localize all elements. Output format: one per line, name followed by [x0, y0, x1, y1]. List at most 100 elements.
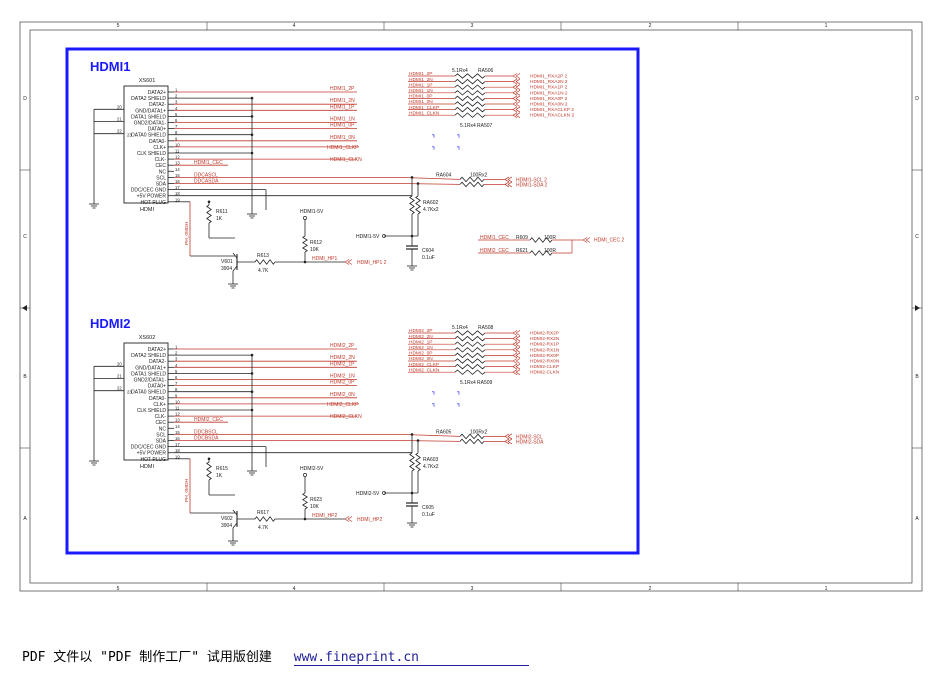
hdmi2-transistor-ref: V602: [221, 516, 233, 522]
hdmi2-pin-name: CLK+: [153, 402, 166, 408]
hdmi1-pin-name: DATA0-: [149, 139, 166, 145]
frame-row-label: D: [23, 96, 27, 102]
hdmi1-transistor-value: 3904: [221, 266, 232, 272]
schematic-sheet: 5 4 3 2 15 4 3 2 1D DC CB BA AHDMI1XS601HDMIDATA2+ 1D…: [19, 21, 923, 592]
net-arrow: [512, 358, 521, 364]
transistor-leg: [232, 252, 238, 259]
hdmi1-array-net-out: HDMI1_RXA1P 2: [530, 85, 568, 91]
array-resistor: [454, 78, 486, 85]
hdmi1-pullup-array-ref: RA602: [423, 200, 439, 206]
junction-dot: [303, 517, 307, 521]
net-arrow: [582, 237, 591, 243]
frame-row-label: C: [23, 234, 27, 240]
frame-col-label: 2: [649, 23, 652, 29]
hdmi2-array-net-out: HDMI2-RX0N: [530, 359, 560, 365]
net-arrow: [344, 259, 353, 265]
hdmi2-capacitor-ref: C605: [422, 505, 434, 511]
array-resistor: [454, 73, 486, 79]
hdmi1-pin-name: DATA1 SHIELD: [131, 114, 166, 120]
hdmi1-capacitor-ref: C604: [422, 248, 434, 254]
junction-dot: [410, 491, 414, 495]
hdmi1-resistor-array-ref: RA507: [477, 123, 493, 129]
hdmi2-pullup-array-value: 4.7Kx2: [423, 464, 439, 470]
pullup-array-resistor: [409, 452, 415, 472]
net-arrow: [504, 176, 513, 183]
hdmi2-pin-name: DATA0 SHIELD: [131, 390, 166, 396]
hdmi1-signal-net-label: HDMI1_2N: [330, 98, 355, 104]
net-arrow: [512, 330, 521, 336]
hdmi2-scl-net-label: DDCBSCL: [194, 429, 218, 435]
hdmi1-hp-out-label: HDMI_HP1 2: [357, 260, 387, 266]
hdmi1-pullup-resistor: [302, 235, 308, 253]
hdmi2-pullup-array-ref: RA603: [423, 457, 439, 463]
hdmi2-ddc-out-label: HDMI2-SDA: [516, 439, 544, 445]
hdmi2-title: HDMI2: [90, 316, 130, 331]
hdmi1-ground-pin-number: 21: [117, 117, 122, 122]
hdmi1-cec-series-net: HDMI2_CEC: [480, 248, 509, 254]
hdmi2-base-resistor-value: 4.7K: [258, 525, 269, 531]
hdmi1-hp-net-label: HDMI_HP1: [312, 256, 338, 262]
hdmi1-array-net-in: HDMI1_CLKN: [409, 110, 440, 116]
hdmi1-pin-name: NC: [159, 169, 167, 175]
hdmi2-sda-net-label: DDCBSDA: [194, 436, 219, 442]
net-arrow: [512, 84, 521, 90]
hdmi2-capacitor-value: 0.1uF: [422, 512, 435, 518]
hdmi2-pin-name: HOT PLUG: [141, 457, 167, 463]
hdmi1-pin-name: HOT PLUG: [141, 200, 167, 206]
hdmi1-signal-net-label: HDMI1_0N: [330, 135, 355, 141]
net-arrow: [512, 363, 521, 370]
hdmi2-array-net-out: HDMI2-RX1P: [530, 342, 559, 348]
hdmi1-pullup-resistor-ref: R612: [310, 240, 322, 246]
frame-row-label: D: [915, 96, 919, 102]
net-arrow: [512, 101, 521, 107]
footer-link[interactable]: www.fineprint.cn: [293, 650, 529, 666]
ddc-wire: [399, 440, 461, 442]
ddc-wire: [399, 183, 461, 185]
array-resistor: [454, 358, 486, 364]
hdmi2-signal-net-label: HDMI2_CLKP: [327, 402, 359, 408]
hdmi1-array-net-out: HDMI1_RXA0N 2: [530, 102, 568, 108]
hdmi1-array-net-out: HDMI1_RXA2N 2: [530, 79, 568, 85]
frame-col-label: 2: [649, 586, 652, 592]
hdmi2-pin-name: DATA0-: [149, 396, 166, 402]
array-pin-mark: [432, 403, 435, 407]
hdmi2-rail-label: HDMI2-5V: [300, 466, 324, 472]
frame-col-label: 3: [471, 23, 474, 29]
hdmi2-rail-in-label: HDMI2-5V: [356, 491, 380, 497]
hdmi2-pin-number: 14: [175, 424, 180, 429]
hdmi1-resistor-array-value: 5.1Rx4: [460, 123, 476, 129]
hdmi1-pin-name: CLK SHIELD: [137, 151, 167, 157]
hdmi1-ground-pin-number: 23: [127, 133, 132, 138]
hdmi1-hotplug-resistor-ref: R611: [216, 209, 228, 215]
hdmi2-ground-pin-number: 22: [117, 386, 122, 391]
frame-col-label: 4: [293, 586, 296, 592]
hdmi2-pin-name: DATA1 SHIELD: [131, 371, 166, 377]
net-arrow: [504, 181, 513, 188]
hdmi2-array-net-out: HDMI2-RX2N: [530, 336, 560, 342]
hdmi2-array-net-out: HDMI2-RX2P: [530, 331, 559, 337]
hdmi1-array-net-in: HDMI1_0N: [409, 99, 433, 105]
hdmi2-ph-label: PH_0MDH: [184, 479, 190, 502]
hdmi2-pin-name: GND2/DATA1-: [134, 378, 167, 384]
pullup-array-resistor: [415, 452, 421, 472]
net-arrow: [344, 516, 353, 522]
hdmi2-connector-part: HDMI: [140, 464, 155, 470]
array-pin-mark: [432, 146, 435, 150]
net-arrow: [512, 347, 521, 353]
pdf-footer: PDF 文件以 "PDF 制作工厂" 试用版创建 www.fineprint.c…: [22, 646, 529, 666]
hdmi2-hotplug-resistor: [206, 461, 212, 481]
hdmi1-signal-net-label: HDMI1_CLKN: [330, 157, 362, 163]
junction-dot: [410, 234, 414, 238]
frame-col-label: 1: [825, 23, 828, 29]
hdmi1-array-net-out: HDMI1_RXA0P 2: [530, 96, 568, 102]
hdmi1-sda-net-label: DDCASDA: [194, 179, 219, 185]
hdmi1-resistor-array-ref: RA506: [478, 68, 494, 74]
array-resistor: [454, 369, 486, 375]
frame-col-label: 3: [471, 586, 474, 592]
hdmi1-pin-name: CLK+: [153, 145, 166, 151]
ddc-resistor: [459, 181, 485, 188]
hdmi1-pin-name: DATA2+: [148, 90, 166, 96]
hdmi2-ground-pin-number: 20: [117, 361, 122, 366]
hdmi2-hotplug-resistor-value: 1K: [216, 473, 223, 479]
hdmi2-resistor-array-value: 5.1Rx4: [452, 325, 468, 331]
